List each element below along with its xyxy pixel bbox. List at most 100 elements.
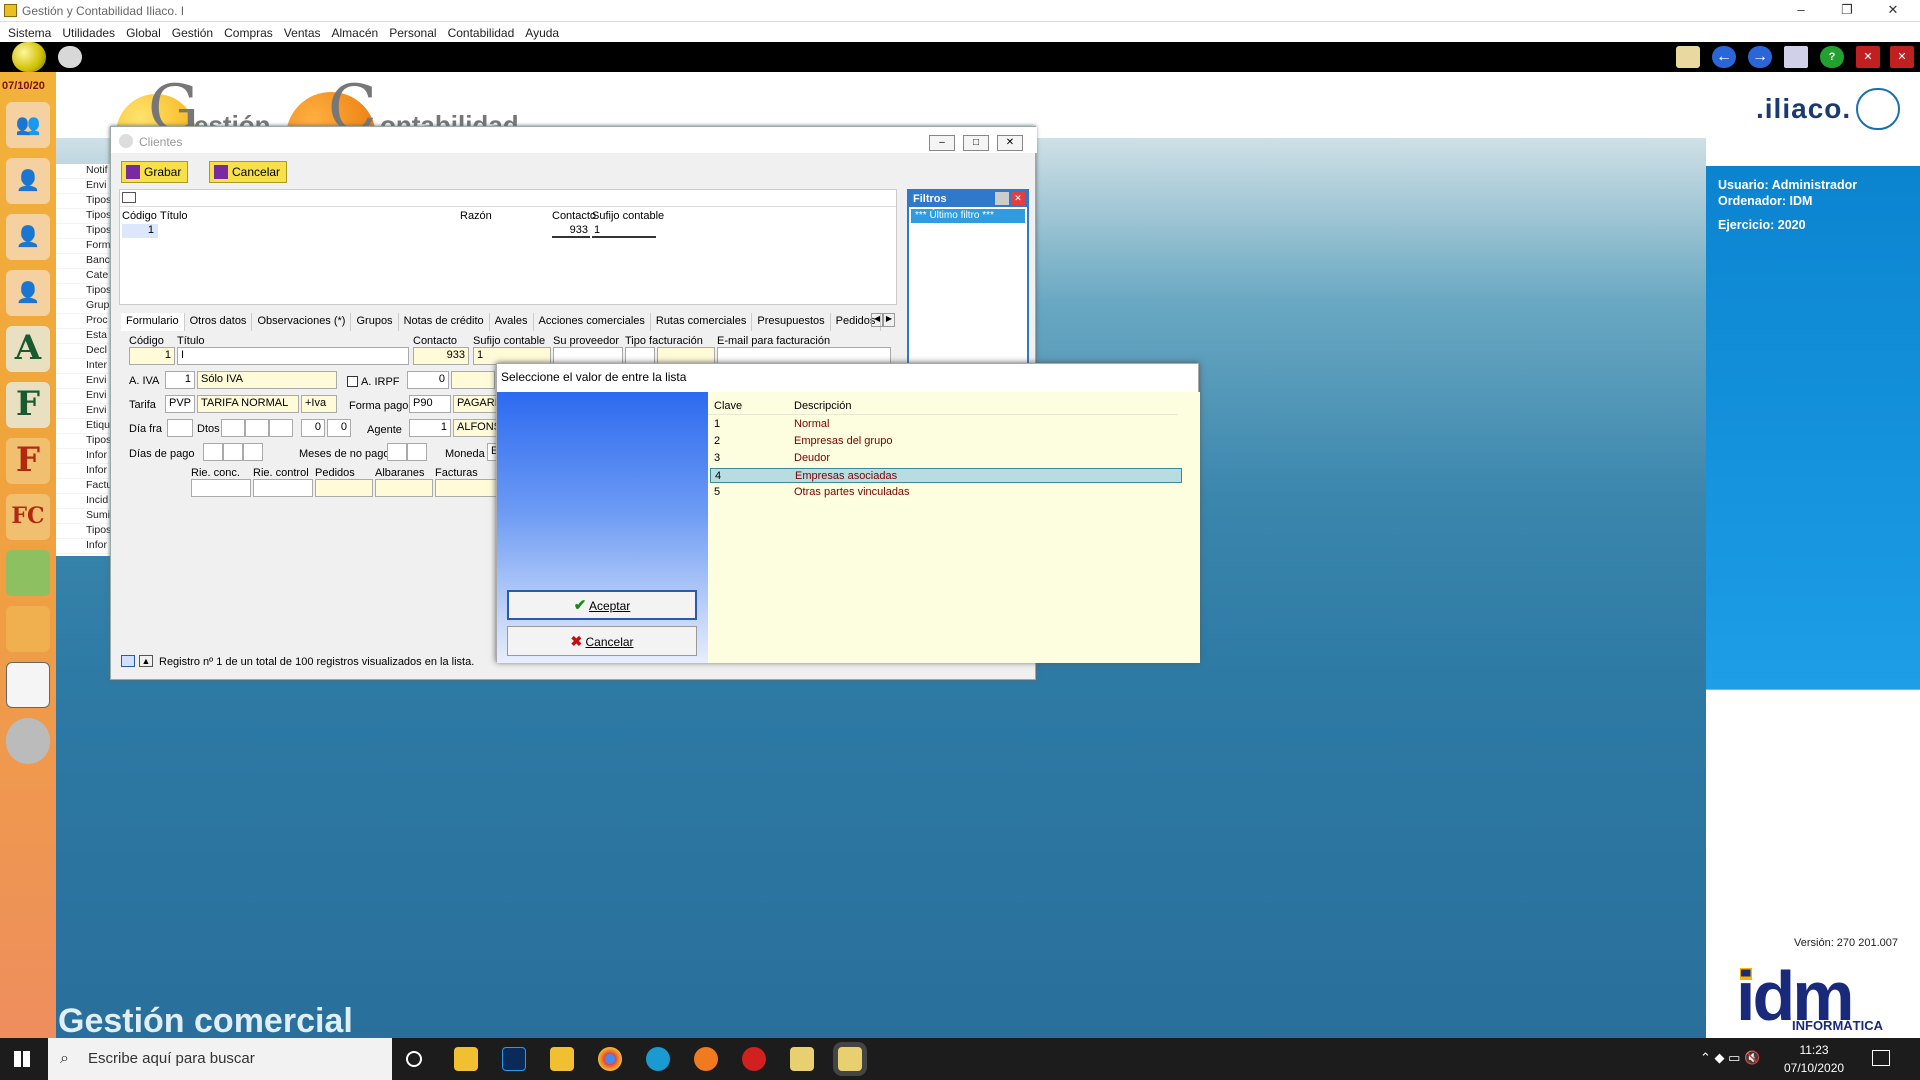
windows-icon[interactable] — [1784, 46, 1808, 68]
nav-item[interactable]: Tipos — [56, 524, 110, 539]
tarifa-code[interactable]: PVP — [165, 395, 195, 413]
tab-rutas-comerciales[interactable]: Rutas comerciales — [651, 313, 753, 331]
grid-menu-icon[interactable] — [122, 192, 136, 203]
diafra-field[interactable] — [167, 419, 193, 437]
articles-icon[interactable]: A — [6, 326, 50, 372]
edge-icon[interactable] — [646, 1047, 670, 1071]
photoshop-icon[interactable] — [502, 1047, 526, 1071]
tab-notas-credito[interactable]: Notas de crédito — [399, 313, 490, 331]
provider-icon[interactable]: 👤 — [6, 214, 50, 260]
col-titulo[interactable]: Título — [160, 210, 188, 222]
nav-item[interactable]: Incid — [56, 494, 110, 509]
user-icon[interactable] — [58, 46, 82, 68]
client-icon[interactable]: 👤 — [6, 158, 50, 204]
rie-conc-field[interactable] — [191, 479, 251, 497]
report-list-icon[interactable] — [6, 662, 50, 708]
tab-otros-datos[interactable]: Otros datos — [185, 313, 253, 331]
invoice-icon[interactable]: F — [6, 382, 50, 428]
back-arrow-icon[interactable]: ← — [1712, 46, 1736, 68]
tab-observaciones[interactable]: Observaciones (*) — [252, 313, 352, 331]
menu-utilidades[interactable]: Utilidades — [58, 22, 122, 42]
row-codigo[interactable]: 1 — [122, 224, 158, 238]
agente-code[interactable]: 1 — [409, 419, 451, 437]
diaspago-field-c[interactable] — [243, 443, 263, 461]
tray-icons[interactable]: ⌃ ◆ ▭ 🔇 — [1700, 1050, 1760, 1066]
nav-item[interactable]: Infor — [56, 449, 110, 464]
filtros-pin-icon[interactable] — [995, 192, 1009, 205]
nav-item[interactable]: Proc — [56, 314, 110, 329]
nav-item[interactable]: Factu — [56, 479, 110, 494]
minimize-button[interactable]: – — [1778, 0, 1824, 22]
folder-icon[interactable] — [550, 1047, 574, 1071]
nav-item[interactable]: Esta — [56, 329, 110, 344]
tab-grupos[interactable]: Grupos — [351, 313, 399, 331]
menu-contabilidad[interactable]: Contabilidad — [444, 22, 522, 42]
mail-icon[interactable] — [1676, 46, 1700, 68]
clientes-minimize-button[interactable]: – — [929, 135, 955, 151]
mesesnopago-field-a[interactable] — [387, 443, 407, 461]
nav-item[interactable]: Etiqu — [56, 419, 110, 434]
forward-arrow-icon[interactable]: → — [1748, 46, 1772, 68]
file-explorer-icon[interactable] — [454, 1047, 478, 1071]
agent-icon[interactable]: 👤 — [6, 270, 50, 316]
titulo-field[interactable]: I — [177, 347, 409, 365]
home-orb-icon[interactable] — [12, 42, 46, 72]
close-window-icon[interactable]: ✕ — [1856, 46, 1880, 68]
filtros-close-icon[interactable]: ✕ — [1011, 192, 1025, 205]
windows-start-icon[interactable] — [14, 1051, 30, 1067]
aceptar-button[interactable]: ✔ Aceptar — [507, 590, 697, 620]
dialog-cancelar-button[interactable]: ✖ Cancelar — [507, 626, 697, 656]
nav-item[interactable]: Cate — [56, 269, 110, 284]
maximize-button[interactable]: ❐ — [1824, 0, 1870, 22]
mesesnopago-field-b[interactable] — [407, 443, 427, 461]
nav-item[interactable]: Tipos — [56, 209, 110, 224]
airpf-field[interactable]: 0 — [407, 371, 449, 389]
tab-formulario[interactable]: Formulario — [121, 313, 185, 331]
notifications-icon[interactable] — [1872, 1050, 1890, 1066]
menu-sistema[interactable]: Sistema — [4, 22, 58, 42]
filtro-item[interactable]: *** Último filtro *** — [911, 209, 1025, 223]
firefox-icon[interactable] — [694, 1047, 718, 1071]
nav-item[interactable]: Tipos — [56, 284, 110, 299]
dto-field-a[interactable] — [221, 419, 245, 437]
taskbar-search[interactable]: ⌕ Escribe aquí para buscar — [48, 1038, 392, 1080]
users-group-icon[interactable]: 👥 — [6, 102, 50, 148]
contacto-field[interactable]: 933 — [413, 347, 469, 365]
aiva-code[interactable]: 1 — [165, 371, 195, 389]
diaspago-field-a[interactable] — [203, 443, 223, 461]
list-item-selected[interactable]: 4 Empresas asociadas — [710, 468, 1182, 483]
fc-icon[interactable]: FC — [6, 494, 50, 540]
col-clave-header[interactable]: Clave — [714, 400, 742, 412]
tab-acciones-comerciales[interactable]: Acciones comerciales — [534, 313, 651, 331]
nav-item[interactable]: Envi — [56, 389, 110, 404]
disc-icon[interactable] — [6, 718, 50, 764]
task-view-icon[interactable] — [406, 1051, 422, 1067]
airpf-checkbox[interactable] — [347, 376, 358, 387]
nav-item[interactable]: Envi — [56, 404, 110, 419]
bag-green-icon[interactable] — [6, 550, 50, 596]
codigo-field[interactable]: 1 — [129, 347, 175, 365]
nav-item[interactable]: Envi — [56, 179, 110, 194]
taskbar-clock[interactable]: 11:23 07/10/2020 — [1784, 1041, 1844, 1077]
nav-item[interactable]: Notif — [56, 164, 110, 179]
tab-avales[interactable]: Avales — [490, 313, 534, 331]
nav-item[interactable]: Envi — [56, 374, 110, 389]
formapago-code[interactable]: P90 — [409, 395, 451, 413]
status-up-icon[interactable]: ▲ — [139, 655, 153, 667]
nav-item[interactable]: Banc — [56, 254, 110, 269]
status-window-icon[interactable] — [121, 655, 135, 667]
iliaco-app-icon[interactable] — [790, 1047, 814, 1071]
nav-item[interactable]: Grup — [56, 299, 110, 314]
nav-item[interactable]: Form — [56, 239, 110, 254]
col-sufijo[interactable]: Sufijo contable — [592, 210, 664, 222]
close-button[interactable]: ✕ — [1870, 0, 1916, 22]
dx-app-icon[interactable] — [742, 1047, 766, 1071]
dto-field-b[interactable] — [245, 419, 269, 437]
nav-item[interactable]: Tipos — [56, 434, 110, 449]
exit-icon[interactable]: ✕ — [1890, 46, 1914, 68]
iliaco-active-icon[interactable] — [838, 1047, 862, 1071]
nav-item[interactable]: Decl — [56, 344, 110, 359]
nav-item[interactable]: Tipos — [56, 224, 110, 239]
menu-almacen[interactable]: Almacén — [328, 22, 386, 42]
nav-item[interactable]: Tipos — [56, 194, 110, 209]
